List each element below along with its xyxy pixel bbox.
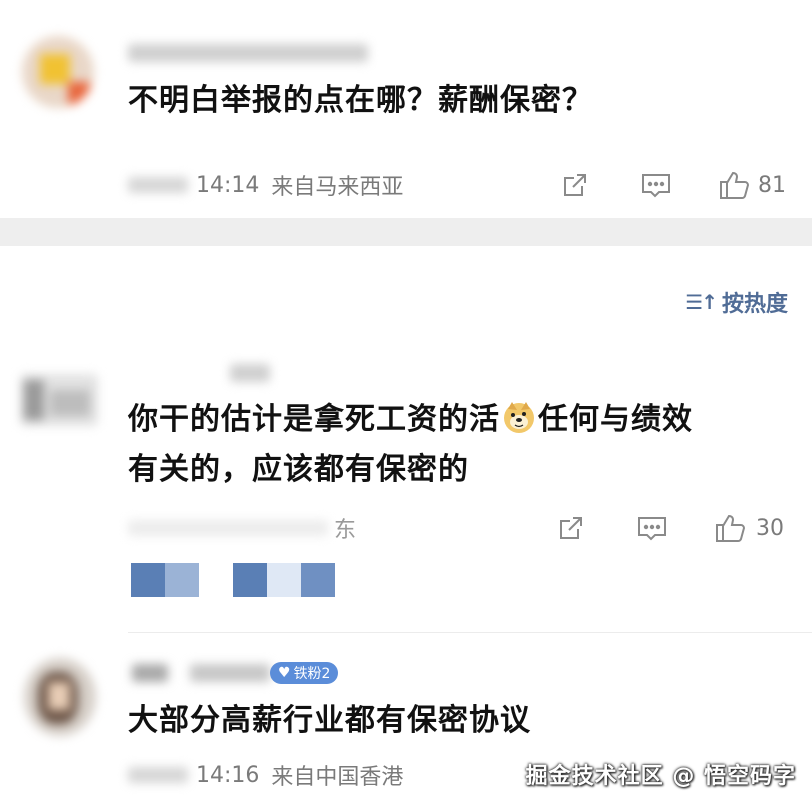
badge-label: 铁粉2 bbox=[293, 666, 331, 682]
like-button[interactable]: 30 bbox=[714, 508, 784, 548]
comment-text: 大部分高薪行业都有保密协议 bbox=[128, 703, 531, 738]
share-button[interactable] bbox=[560, 165, 590, 205]
date-redacted bbox=[128, 767, 188, 783]
comment-location: 来自中国香港 bbox=[271, 765, 404, 790]
username[interactable] bbox=[132, 664, 168, 682]
comment-divider bbox=[128, 632, 812, 633]
like-count: 30 bbox=[756, 515, 784, 541]
like-count: 81 bbox=[758, 172, 786, 198]
comment-text-line1b: 任何与绩效 bbox=[538, 402, 693, 437]
fan-level-badge: ♥ 铁粉2 bbox=[270, 662, 339, 684]
comment-text-line2: 有关的，应该都有保密的 bbox=[128, 452, 469, 487]
watermark: 掘金技术社区 @ 悟空码字 bbox=[525, 764, 796, 789]
like-button[interactable]: 81 bbox=[718, 165, 786, 205]
avatar[interactable] bbox=[24, 658, 96, 736]
username[interactable] bbox=[128, 44, 368, 62]
comment-meta: 14:16 来自中国香港 bbox=[128, 760, 403, 790]
comment-icon bbox=[642, 174, 670, 198]
sort-label: 按热度 bbox=[721, 292, 788, 317]
reply-button[interactable] bbox=[636, 508, 668, 548]
like-icon bbox=[720, 171, 750, 199]
avatar[interactable] bbox=[22, 36, 94, 108]
like-icon bbox=[716, 514, 746, 542]
comment-2: 你干的估计是拿死工资的活 任何与绩效 有关的，应该都有保密的 东 30 bbox=[0, 340, 812, 620]
share-icon bbox=[560, 517, 582, 539]
comment-actions: 81 bbox=[0, 165, 812, 205]
doge-emoji-icon bbox=[504, 402, 534, 433]
badge-heart-icon: ♥ bbox=[278, 665, 291, 681]
section-divider bbox=[0, 218, 812, 246]
comment-text: 不明白举报的点在哪？薪酬保密？ bbox=[128, 83, 593, 118]
comment-actions: 30 bbox=[0, 508, 812, 548]
username-suffix bbox=[190, 664, 270, 682]
avatar[interactable] bbox=[20, 374, 98, 426]
comment-text: 你干的估计是拿死工资的活 任何与绩效 有关的，应该都有保密的 bbox=[128, 395, 693, 495]
reply-button[interactable] bbox=[640, 165, 672, 205]
sort-icon: ☰↑ bbox=[685, 290, 718, 314]
comment-1: 不明白举报的点在哪？薪酬保密？ 14:14 来自马来西亚 81 bbox=[0, 0, 812, 218]
share-icon bbox=[564, 174, 586, 196]
comment-time: 14:16 bbox=[196, 762, 260, 788]
comment-text-line1a: 你干的估计是拿死工资的活 bbox=[128, 402, 500, 437]
username[interactable] bbox=[230, 364, 270, 382]
comment-icon bbox=[638, 517, 666, 541]
sort-by-hot-button[interactable]: ☰↑ 按热度 bbox=[685, 286, 788, 318]
share-button[interactable] bbox=[556, 508, 586, 548]
